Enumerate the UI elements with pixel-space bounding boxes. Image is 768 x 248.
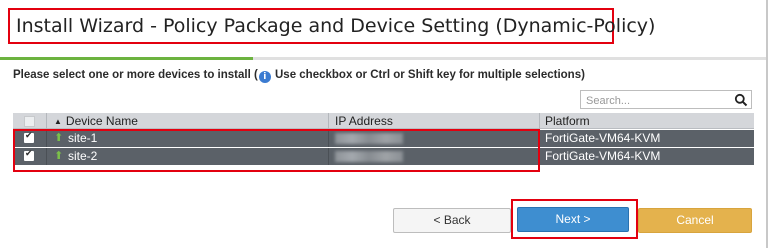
back-button[interactable]: < Back <box>393 208 511 233</box>
dialog-title: Install Wizard - Policy Package and Devi… <box>16 15 656 37</box>
sort-ascending-icon: ▲ <box>54 117 62 126</box>
column-header-device-name[interactable]: ▲ Device Name <box>54 114 138 128</box>
wizard-progress-fill <box>0 57 254 60</box>
platform-cell: FortiGate-VM64-KVM <box>545 131 661 145</box>
column-separator <box>328 113 329 129</box>
column-header-ip-address[interactable]: IP Address <box>335 114 393 128</box>
instruction-text: Please select one or more devices to ins… <box>13 69 585 83</box>
platform-cell: FortiGate-VM64-KVM <box>545 149 661 163</box>
info-icon: i <box>258 71 271 83</box>
instruction-text-end: Use checkbox or Ctrl or Shift key for mu… <box>271 69 585 81</box>
column-separator <box>46 113 47 129</box>
instruction-text-start: Please select one or more devices to ins… <box>13 69 258 81</box>
search-input[interactable] <box>581 92 726 110</box>
column-header-platform[interactable]: Platform <box>545 114 590 128</box>
cancel-button[interactable]: Cancel <box>638 208 752 233</box>
search-icon[interactable] <box>734 93 748 107</box>
wizard-progress-bar <box>0 57 768 60</box>
table-header: ▲ Device Name IP Address Platform <box>13 113 754 129</box>
column-label-device-name: Device Name <box>65 114 138 128</box>
select-all-checkbox[interactable] <box>24 116 35 127</box>
column-separator <box>539 113 540 129</box>
selected-rows-highlight <box>13 129 540 172</box>
next-button[interactable]: Next > <box>517 207 629 232</box>
search-box[interactable] <box>580 90 752 110</box>
dialog-title-highlight: Install Wizard - Policy Package and Devi… <box>8 8 655 44</box>
